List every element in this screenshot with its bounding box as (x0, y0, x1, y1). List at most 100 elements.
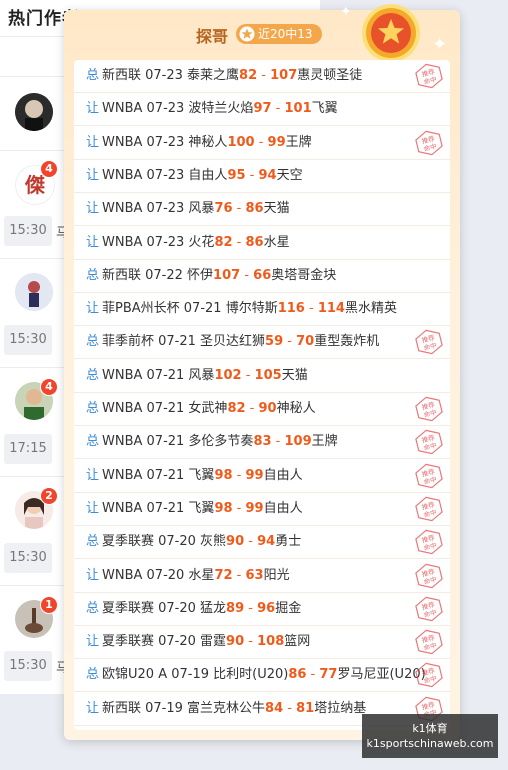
score-separator: - (304, 301, 318, 317)
bet-type-tag: 让 (86, 134, 100, 150)
record-row[interactable]: 让 WNBA 07-23 波特兰火焰97 - 101飞翼 (74, 93, 450, 127)
score-separator: - (283, 334, 297, 350)
hit-stamp-icon: 推荐命中 (415, 663, 443, 688)
record-row[interactable]: 让 WNBA 07-23 神秘人100 - 99王牌 推荐 命中 (74, 127, 450, 160)
away-score: 105 (254, 367, 282, 383)
home-score: 90 (226, 634, 245, 650)
hit-stamp-icon: 推荐命中 (415, 330, 443, 355)
sparkle-icon: ✦ (432, 34, 448, 55)
bet-type-tag: 总 (86, 534, 100, 550)
match-info: WNBA 07-23 自由人 (102, 167, 228, 183)
opponent-name: 天猫 (281, 367, 308, 383)
away-score: 86 (245, 201, 264, 217)
sparkle-icon: ✦ (340, 4, 352, 20)
away-score: 101 (284, 101, 312, 117)
score-separator: - (245, 167, 259, 183)
record-row[interactable]: 总新西联 07-23 泰莱之鹰82 - 107惠灵顿圣徒 推荐 命中 (74, 60, 450, 93)
record-row[interactable]: 总 WNBA 07-21 风暴102 - 105天猫 (74, 360, 450, 393)
match-info: 夏季联赛 07-20 灰熊 (102, 534, 227, 550)
match-time: 15:30 (4, 651, 52, 681)
watermark: k1体育 k1sportschinaweb.com (362, 714, 498, 758)
opponent-name: 奥塔哥金块 (271, 267, 337, 283)
opponent-name: 王牌 (285, 134, 312, 150)
away-score: 114 (317, 301, 345, 317)
bet-type-tag: 让 (86, 167, 100, 183)
match-info: 菲PBA州长杯 07-21 博尔特斯 (102, 301, 278, 317)
record-row[interactable]: 总夏季联赛 07-20 灰熊90 - 94勇士 推荐 命中 (74, 526, 450, 560)
match-info: WNBA 07-21 多伦多节奏 (102, 434, 254, 450)
opponent-name: 黑水精英 (344, 301, 397, 317)
match-info: 欧锦U20 A 07-19 比利时(U20) (102, 667, 289, 683)
match-info: WNBA 07-21 飞翼 (102, 500, 215, 516)
record-list[interactable]: 总新西联 07-23 泰莱之鹰82 - 107惠灵顿圣徒 推荐 命中让 WNBA 07… (74, 60, 450, 730)
hit-stamp-icon: 推荐命中 (415, 629, 443, 655)
away-score: 107 (270, 68, 298, 83)
opponent-name: 自由人 (263, 467, 303, 483)
record-row[interactable]: 总新西联 07-22 怀伊107 - 66奥塔哥金块 (74, 260, 450, 293)
bet-type-tag: 总 (86, 600, 100, 616)
streak-badge: 近20中13 (236, 24, 322, 44)
bet-type-tag: 让 (86, 500, 100, 516)
hit-stamp-icon: 推荐命中 (415, 463, 443, 488)
hit-stamp-icon: 推荐命中 (415, 396, 443, 422)
home-score: 95 (227, 167, 246, 183)
author-record-popup: ✦ ✦ 探哥 近20中13 总新西联 07-23 泰莱之鹰82 - 107惠灵顿… (64, 4, 460, 740)
opponent-name: 天猫 (263, 201, 290, 217)
bet-type-tag: 让 (86, 201, 100, 217)
record-row[interactable]: 总 WNBA 07-21 多伦多节奏83 - 109王牌 推荐 命中 (74, 426, 450, 460)
match-info: WNBA 07-23 神秘人 (102, 134, 228, 150)
away-score: 99 (267, 134, 286, 150)
home-score: 82 (227, 401, 246, 416)
score-separator: - (306, 667, 320, 683)
home-score: 90 (226, 534, 245, 550)
record-row[interactable]: 让 WNBA 07-23 火花82 - 86水星 (74, 227, 450, 260)
author-name: 探哥 (196, 27, 229, 46)
away-score: 94 (257, 534, 276, 550)
bet-type-tag: 让 (86, 700, 100, 716)
avatar[interactable] (15, 93, 53, 131)
record-row[interactable]: 总欧锦U20 A 07-19 比利时(U20)86 - 77罗马尼亚(U20) 推… (74, 659, 450, 693)
opponent-name: 神秘人 (276, 401, 316, 416)
match-info: 新西联 07-19 富兰克林公牛 (102, 700, 266, 716)
score-separator: - (232, 467, 246, 483)
record-row[interactable]: 让 WNBA 07-23 风暴76 - 86天猫 (74, 193, 450, 227)
opponent-name: 罗马尼亚(U20) (337, 667, 426, 683)
record-row[interactable]: 让 WNBA 07-21 飞翼98 - 99自由人 推荐 命中 (74, 460, 450, 493)
match-info: 夏季联赛 07-20 雷霆 (102, 634, 227, 650)
record-row[interactable]: 总夏季联赛 07-20 猛龙89 - 96掘金 推荐 命中 (74, 593, 450, 626)
match-info: WNBA 07-23 波特兰火焰 (102, 101, 254, 117)
hit-stamp-icon: 推荐命中 (415, 496, 443, 522)
score-separator: - (240, 267, 254, 283)
home-score: 116 (277, 301, 305, 317)
bet-type-tag: 总 (86, 434, 100, 450)
star-icon (239, 26, 255, 42)
home-score: 72 (214, 567, 233, 583)
home-score: 83 (253, 434, 272, 450)
opponent-name: 飞翼 (311, 101, 338, 117)
record-row[interactable]: 总菲季前杯 07-21 圣贝达红狮59 - 70重型轰炸机 推荐 命中 (74, 326, 450, 360)
match-info: 新西联 07-22 怀伊 (102, 267, 214, 283)
record-row[interactable]: 让 WNBA 07-20 水星72 - 63阳光 推荐 命中 (74, 560, 450, 593)
bet-type-tag: 让 (86, 567, 100, 583)
away-score: 77 (319, 667, 338, 683)
record-row[interactable]: 让夏季联赛 07-20 雷霆90 - 108篮网 推荐 命中 (74, 626, 450, 660)
match-info: WNBA 07-23 风暴 (102, 201, 215, 217)
away-score: 66 (253, 267, 272, 283)
away-score: 108 (257, 634, 285, 650)
match-info: WNBA 07-21 飞翼 (102, 467, 215, 483)
away-score: 94 (258, 167, 277, 183)
bet-type-tag: 让 (86, 101, 100, 117)
away-score: 99 (245, 500, 264, 516)
bet-type-tag: 让 (86, 467, 100, 483)
record-row[interactable]: 让 WNBA 07-21 飞翼98 - 99自由人 推荐 命中 (74, 493, 450, 526)
score-separator: - (254, 134, 268, 150)
avatar[interactable] (15, 273, 53, 311)
away-score: 90 (258, 401, 277, 416)
record-row[interactable]: 让菲PBA州长杯 07-21 博尔特斯116 - 114黑水精英 (74, 293, 450, 327)
score-separator: - (245, 401, 259, 416)
home-score: 76 (214, 201, 233, 217)
record-row[interactable]: 让 WNBA 07-23 自由人95 - 94天空 (74, 160, 450, 193)
medal-icon (362, 4, 420, 62)
record-row[interactable]: 总 WNBA 07-21 女武神82 - 90神秘人 推荐 命中 (74, 393, 450, 426)
score-separator: - (232, 567, 246, 583)
